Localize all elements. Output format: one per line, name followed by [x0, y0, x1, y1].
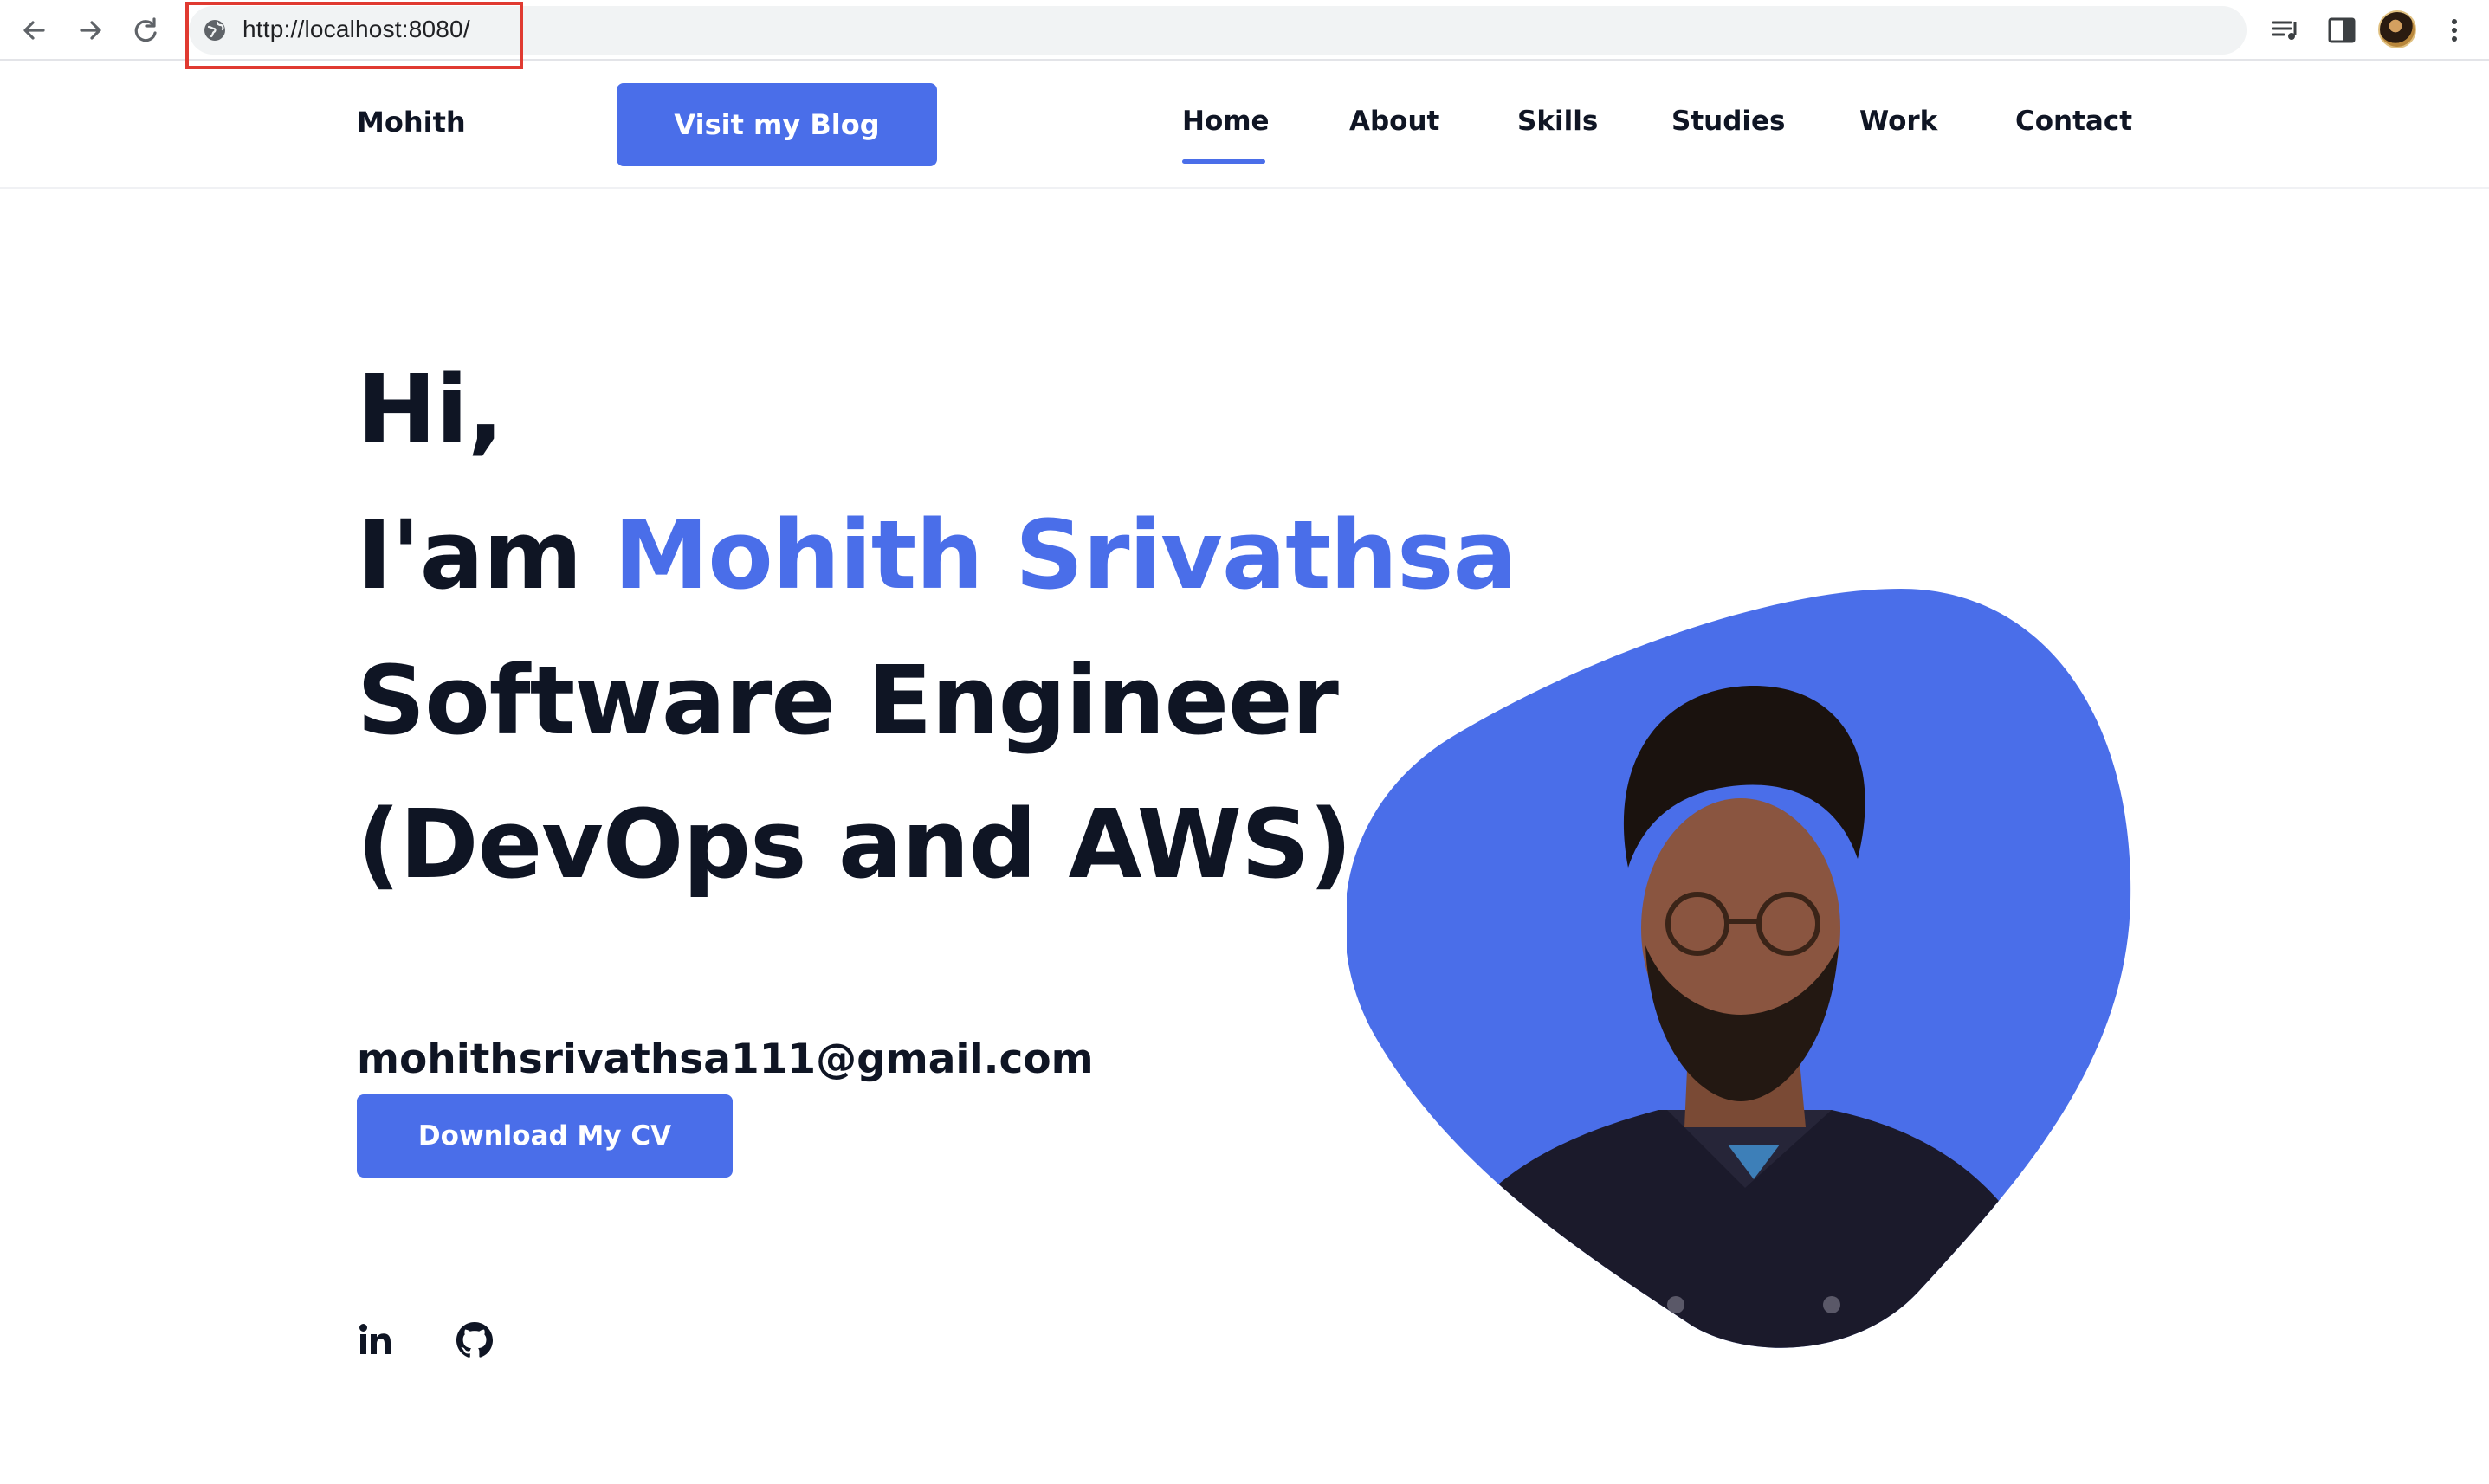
site-header: Mohith Visit my Blog Home About Skills S… — [0, 61, 2489, 189]
nav-studies[interactable]: Studies — [1671, 106, 1786, 137]
more-vertical-icon[interactable] — [2437, 13, 2472, 48]
nav-about[interactable]: About — [1349, 106, 1439, 137]
side-panel-icon[interactable] — [2324, 13, 2359, 48]
hero-greeting: Hi, — [357, 354, 504, 465]
download-cv-button[interactable]: Download My CV — [357, 1094, 733, 1178]
hero-role-line-1: Software Engineer — [357, 645, 1339, 756]
hero-intro: I'am Mohith Srivathsa — [357, 507, 1517, 603]
profile-avatar[interactable] — [2378, 10, 2416, 48]
back-arrow-icon[interactable] — [16, 11, 54, 49]
nav-contact[interactable]: Contact — [2015, 106, 2132, 137]
nav-home[interactable]: Home — [1182, 106, 1270, 137]
browser-toolbar: http://localhost:8080/ — [0, 0, 2489, 69]
linkedin-icon[interactable] — [356, 1319, 398, 1361]
url-highlight-box — [185, 2, 523, 69]
reload-icon[interactable] — [126, 11, 165, 49]
contact-email: mohithsrivathsa111@gmail.com — [357, 1036, 1094, 1083]
github-icon[interactable] — [454, 1319, 495, 1361]
nav-work[interactable]: Work — [1859, 106, 1937, 137]
forward-arrow-icon[interactable] — [71, 11, 109, 49]
profile-portrait-image — [1347, 589, 2131, 1348]
hero-intro-prefix: I'am — [357, 500, 582, 610]
nav-skills[interactable]: Skills — [1517, 106, 1598, 137]
active-nav-indicator — [1182, 159, 1265, 164]
media-playlist-icon[interactable] — [2269, 13, 2304, 48]
visit-blog-button[interactable]: Visit my Blog — [617, 83, 937, 166]
hero-role-line-2: (DevOps and AWS) — [357, 789, 1353, 900]
brand-logo[interactable]: Mohith — [357, 106, 466, 139]
